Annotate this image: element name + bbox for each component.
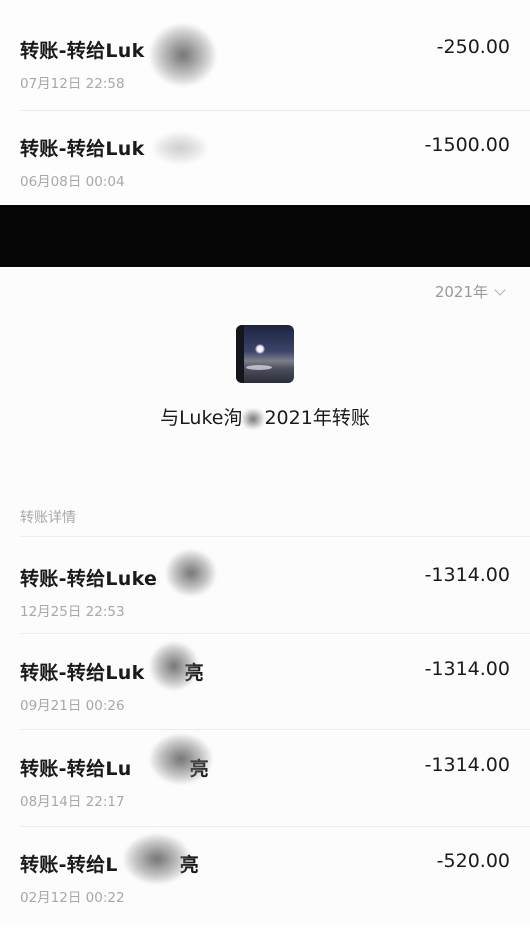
- divider: [20, 110, 530, 111]
- redaction-smudge: [166, 550, 216, 596]
- contact-title: 与Luke洵 2021年转账: [0, 403, 530, 430]
- divider: [20, 729, 530, 730]
- redaction-smudge: [124, 834, 190, 884]
- contact-title-suffix: 2021年转账: [264, 407, 370, 429]
- transaction-row[interactable]: 转账-转给Lu亮 08月14日 22:17 -1314.00: [0, 734, 530, 850]
- transaction-date: 09月21日 00:26: [20, 698, 125, 714]
- avatar[interactable]: [236, 325, 294, 383]
- section-label: 转账详情: [20, 510, 76, 526]
- redaction-smudge: [150, 24, 216, 86]
- transaction-title-text: 转账-转给Luk: [20, 662, 145, 684]
- transaction-title: 转账-转给Luk: [20, 40, 145, 62]
- transaction-title-text: 转账-转给L: [20, 854, 118, 876]
- transaction-title: 转账-转给Luk: [20, 138, 145, 160]
- contact-title-prefix: 与Luke洵: [160, 407, 243, 429]
- transaction-date: 02月12日 00:22: [20, 890, 125, 906]
- transaction-row[interactable]: 转账-转给Luk亮 09月21日 00:26 -1314.00: [0, 642, 530, 754]
- chevron-down-icon: [494, 283, 506, 296]
- year-picker[interactable]: 2021年: [434, 281, 506, 302]
- transaction-title-text: 转账-转给Lu: [20, 758, 132, 780]
- avatar-reflection: [246, 365, 272, 370]
- transaction-amount: -1314.00: [424, 754, 510, 776]
- avatar-moon: [255, 344, 265, 354]
- transaction-title: 转账-转给Luke: [20, 568, 158, 590]
- divider: [20, 536, 530, 537]
- transaction-row[interactable]: 转账-转给Luke 12月25日 22:53 -1314.00: [0, 550, 530, 660]
- divider: [20, 826, 530, 827]
- redaction-smudge: [242, 408, 265, 429]
- transaction-row[interactable]: 转账-转给Luk 07月12日 22:58 -250.00: [0, 24, 530, 132]
- transaction-date: 08月14日 22:17: [20, 794, 125, 810]
- year-label: 2021年: [434, 283, 488, 301]
- transaction-amount: -1314.00: [424, 564, 510, 586]
- transaction-amount: -1500.00: [424, 134, 510, 156]
- previous-transactions-list: 转账-转给Luk 07月12日 22:58 -250.00 转账-转给Luk 0…: [0, 0, 530, 205]
- transaction-date: 06月08日 00:04: [20, 174, 125, 190]
- transaction-date: 07月12日 22:58: [20, 76, 125, 92]
- transaction-amount: -520.00: [436, 850, 510, 872]
- transaction-amount: -1314.00: [424, 658, 510, 680]
- transfer-records-2021: 2021年 与Luke洵 2021年转账 转账详情 转账-转给Luke 12月25…: [0, 267, 530, 924]
- redaction-smudge: [150, 642, 198, 690]
- redaction-smudge: [150, 734, 212, 784]
- transaction-row[interactable]: 转账-转给L 亮 02月12日 00:22 -520.00: [0, 834, 530, 946]
- avatar-tree-silhouette: [236, 325, 244, 383]
- transaction-amount: -250.00: [436, 36, 510, 58]
- redaction-smudge: [152, 132, 208, 164]
- black-band: [0, 205, 530, 267]
- transaction-date: 12月25日 22:53: [20, 604, 125, 620]
- divider: [20, 633, 530, 634]
